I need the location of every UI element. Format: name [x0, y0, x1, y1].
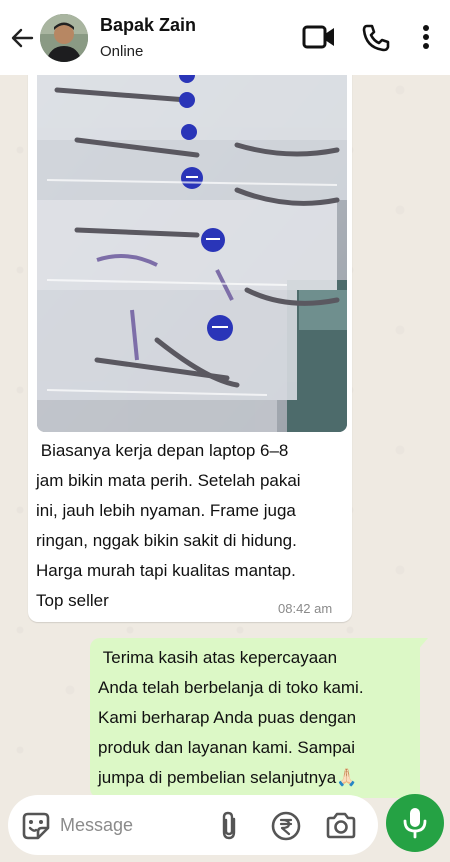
- mic-button[interactable]: [386, 794, 444, 852]
- sticker-icon[interactable]: [20, 810, 52, 847]
- outgoing-message-text: Terima kasih atas kepercayaan Anda telah…: [98, 648, 364, 787]
- more-vert-icon[interactable]: [418, 22, 434, 57]
- avatar[interactable]: [40, 14, 88, 62]
- camera-icon[interactable]: [324, 810, 358, 847]
- back-arrow-icon[interactable]: [8, 24, 36, 52]
- contact-name[interactable]: Bapak Zain: [100, 15, 196, 36]
- message-photo[interactable]: [37, 60, 347, 432]
- message-input[interactable]: [58, 806, 202, 844]
- incoming-message-text: Biasanya kerja depan laptop 6–8 jam biki…: [36, 441, 301, 610]
- contact-status: Online: [100, 43, 144, 60]
- chat-header: Bapak Zain Online: [0, 0, 450, 75]
- attach-icon[interactable]: [216, 810, 242, 847]
- glasses-photo-image: [37, 60, 347, 432]
- voice-call-icon[interactable]: [360, 22, 392, 59]
- mic-icon: [403, 808, 427, 839]
- rupee-payment-icon[interactable]: [270, 810, 302, 847]
- message-timestamp: 08:42 am: [278, 601, 333, 616]
- video-call-icon[interactable]: [302, 22, 336, 57]
- bubble-tail: [416, 638, 428, 652]
